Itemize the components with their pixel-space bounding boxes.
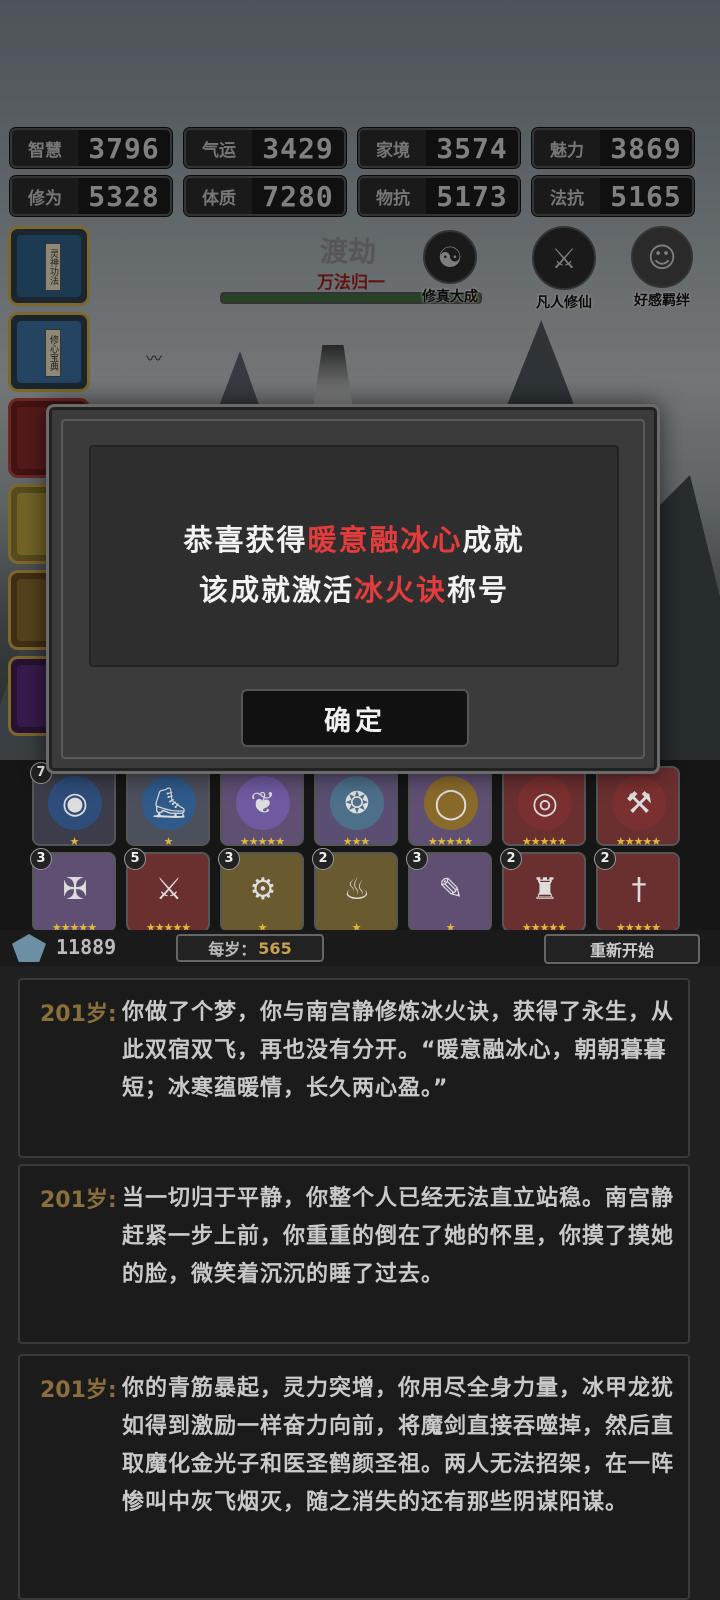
item-slot[interactable]: ⚙ 3 ★ xyxy=(218,848,304,934)
item-level-badge: 3 xyxy=(406,848,428,870)
item-stars: ★★★ xyxy=(342,835,371,848)
log-entry: 201岁: 当一切归于平静，你整个人已经无法直立站稳。南宫静赶紧一步上前，你重重… xyxy=(18,1164,690,1344)
message-text: 成就 xyxy=(462,523,525,557)
item-slot[interactable]: ◎ ★★★★★ xyxy=(502,766,586,848)
item-level-badge: 5 xyxy=(124,848,146,870)
ring-icon: ◯ xyxy=(424,776,478,830)
crossbow-icon: ✠ xyxy=(48,862,102,916)
gem-count: 11889 xyxy=(56,935,117,959)
log-age: 201岁: xyxy=(40,1188,117,1213)
message-text: 恭喜获得 xyxy=(183,523,308,557)
item-stars: ★ xyxy=(163,835,174,848)
log-age: 201岁: xyxy=(40,1378,117,1403)
log-text: 当一切归于平静，你整个人已经无法直立站稳。南宫静赶紧一步上前，你重重的倒在了她的… xyxy=(122,1186,675,1287)
item-level-badge: 2 xyxy=(312,848,334,870)
item-stars: ★ xyxy=(69,835,80,848)
log-text: 你做了个梦，你与南宫静修炼冰火诀，获得了永生，从此双宿双飞，再也没有分开。“暖意… xyxy=(122,1000,675,1101)
log-text: 你的青筋暴起，灵力突增，你用尽全身力量，冰甲龙犹如得到激励一样奋力向前，将魔剑直… xyxy=(122,1376,675,1515)
event-log[interactable]: 201岁: 你做了个梦，你与南宫静修炼冰火诀，获得了永生，从此双宿双飞，再也没有… xyxy=(0,966,720,1600)
item-level-badge: 2 xyxy=(594,848,616,870)
achievement-name: 暖意融冰心 xyxy=(307,523,463,557)
dialog-message-panel: 恭喜获得暖意融冰心成就 该成就激活冰火诀称号 xyxy=(89,445,619,667)
item-slot[interactable]: ⚔ 5 ★★★★★ xyxy=(124,848,210,934)
item-stars: ★★★★★ xyxy=(615,835,661,848)
item-slot[interactable]: † 2 ★★★★★ xyxy=(594,848,680,934)
item-level-badge: 3 xyxy=(30,848,52,870)
message-line-1: 恭喜获得暖意融冰心成就 xyxy=(91,517,617,559)
pendant-icon: ❂ xyxy=(330,776,384,830)
item-stars: ★★★★★ xyxy=(239,835,285,848)
item-slot[interactable]: ♜ 2 ★★★★★ xyxy=(500,848,586,934)
scroll-icon: ✎ xyxy=(424,862,478,916)
message-text: 称号 xyxy=(447,573,510,607)
item-slot[interactable]: ◉ 7 ★ xyxy=(30,762,116,848)
per-age-label: 每岁： xyxy=(208,940,257,959)
achievement-dialog: 恭喜获得暖意融冰心成就 该成就激活冰火诀称号 确定 xyxy=(46,404,660,774)
item-slot[interactable]: ❦ ★★★★★ xyxy=(220,766,304,848)
item-level-badge: 3 xyxy=(218,848,240,870)
bowl-icon: ♨ xyxy=(330,862,384,916)
log-entry: 201岁: 你的青筋暴起，灵力突增，你用尽全身力量，冰甲龙犹如得到激励一样奋力向… xyxy=(18,1354,690,1600)
item-stars: ★★★★★ xyxy=(521,835,567,848)
item-slot[interactable]: ❂ ★★★ xyxy=(314,766,398,848)
cauldron-icon: ♜ xyxy=(518,862,572,916)
item-slot[interactable]: ⛸ ★ xyxy=(126,766,210,848)
item-slot[interactable]: ♨ 2 ★ xyxy=(312,848,398,934)
title-name: 冰火诀 xyxy=(353,573,447,607)
log-age: 201岁: xyxy=(40,1002,117,1027)
per-age-value: 565 xyxy=(258,938,292,958)
equipment-grid: ◉ 7 ★ ⛸ ★ ❦ ★★★★★ ❂ ★★★ ◯ ★★★★★ ◎ ★★★★★ ⚒ ★★★★★ ✠ 3 ★★★★★… xyxy=(0,760,720,934)
mirror-icon: ◎ xyxy=(518,776,572,830)
confirm-button[interactable]: 确定 xyxy=(241,689,469,747)
log-entry: 201岁: 你做了个梦，你与南宫静修炼冰火诀，获得了永生，从此双宿双飞，再也没有… xyxy=(18,978,690,1158)
per-age-indicator: 每岁： 565 xyxy=(176,934,324,962)
message-text: 该成就激活 xyxy=(198,573,354,607)
message-line-2: 该成就激活冰火诀称号 xyxy=(91,567,617,609)
wheel-icon: ⚙ xyxy=(236,862,290,916)
item-level-badge: 2 xyxy=(500,848,522,870)
orb-icon: ◉ xyxy=(48,776,102,830)
necklace-icon: ❦ xyxy=(236,776,290,830)
boots-icon: ⛸ xyxy=(142,776,196,830)
item-slot[interactable]: ◯ ★★★★★ xyxy=(408,766,492,848)
item-slot[interactable]: ✠ 3 ★★★★★ xyxy=(30,848,116,934)
restart-button[interactable]: 重新开始 xyxy=(544,934,700,964)
sword-icon: † xyxy=(612,862,666,916)
axe-icon: ⚔ xyxy=(142,862,196,916)
item-slot[interactable]: ⚒ ★★★★★ xyxy=(596,766,680,848)
item-slot[interactable]: ✎ 3 ★ xyxy=(406,848,492,934)
item-stars: ★★★★★ xyxy=(427,835,473,848)
hammer-icon: ⚒ xyxy=(612,776,666,830)
